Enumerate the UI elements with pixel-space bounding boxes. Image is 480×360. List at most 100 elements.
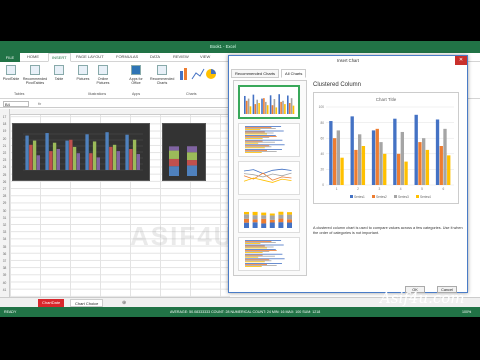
pivottable-icon: [6, 65, 16, 75]
tab-all-charts[interactable]: All Charts: [281, 69, 307, 78]
recommended-chart-list[interactable]: [233, 80, 307, 276]
bar: [383, 153, 387, 185]
thumb-4-plot: [244, 211, 292, 228]
status-ready: READY: [4, 310, 17, 314]
row-number: 30: [2, 208, 7, 213]
bar: [288, 103, 291, 114]
bar: [245, 128, 276, 129]
bar: [244, 218, 249, 223]
thumb-2-plot: [245, 126, 285, 153]
bar: [245, 245, 265, 247]
pivottable-button[interactable]: PivotTable: [2, 65, 20, 81]
bar: [418, 142, 422, 185]
bar: [245, 246, 274, 248]
series-line: [243, 177, 292, 183]
bar: [116, 151, 120, 170]
bar: [422, 138, 426, 185]
row-number: 24: [2, 165, 7, 170]
bar: [393, 118, 397, 185]
legend-swatch: [394, 195, 397, 198]
pictures-button[interactable]: Pictures: [74, 65, 92, 81]
bar: [245, 266, 262, 267]
table-icon: [54, 65, 64, 75]
online-pictures-button[interactable]: Online Pictures: [94, 65, 112, 85]
bar: [245, 145, 270, 147]
bar: [329, 121, 333, 185]
row-number: 28: [2, 194, 7, 199]
bar: [136, 154, 140, 170]
sheet-tab-chartdate[interactable]: ChartDate: [38, 299, 65, 307]
zoom-level[interactable]: 100%: [462, 307, 471, 317]
bar: [129, 149, 133, 170]
row-number: 18: [2, 122, 7, 127]
x-tick-label: 4: [400, 187, 402, 191]
thumb-1-plot: [244, 94, 295, 114]
name-box[interactable]: B4: [3, 101, 29, 107]
tab-data[interactable]: DATA: [150, 54, 160, 59]
tab-recommended-charts[interactable]: Recommended Charts: [231, 69, 280, 78]
bar: [245, 146, 272, 148]
group-tables: Tables: [14, 92, 25, 96]
bar: [261, 215, 267, 219]
bar: [404, 161, 408, 185]
close-icon[interactable]: ✕: [455, 56, 467, 65]
row-number: 25: [2, 172, 7, 177]
thumb-stacked-bar[interactable]: [238, 237, 300, 271]
series-line: [243, 168, 292, 175]
bar: [85, 134, 89, 170]
apps-for-office-button[interactable]: Apps for Office: [126, 65, 146, 85]
bar: [187, 165, 197, 176]
legend-swatch: [372, 195, 375, 198]
embedded-chart-1[interactable]: [12, 123, 150, 181]
bar: [256, 99, 258, 114]
bar: [287, 212, 292, 215]
bar: [252, 215, 258, 220]
thumb-clustered-bar[interactable]: [238, 123, 300, 157]
thumb-clustered-column[interactable]: [238, 85, 300, 119]
sheet-tab-chart-choice[interactable]: Chart Choice: [70, 299, 104, 307]
table-button[interactable]: Table: [50, 65, 68, 81]
bar: [287, 222, 292, 228]
store-icon: [131, 65, 141, 75]
formula-bar: B4 fx: [0, 100, 230, 108]
bar: [265, 101, 267, 114]
tab-review[interactable]: REVIEW: [173, 54, 189, 59]
bar: [72, 146, 77, 170]
add-sheet-icon[interactable]: ⊕: [118, 299, 130, 307]
bar: [132, 139, 137, 170]
bar: [261, 223, 267, 228]
bar: [244, 95, 246, 114]
bar: [245, 138, 263, 139]
tab-home[interactable]: HOME: [27, 54, 39, 59]
tab-formulas[interactable]: FORMULAS: [116, 54, 138, 59]
window-title: Book1 - Excel: [210, 44, 236, 49]
chart-type-buttons[interactable]: [178, 65, 218, 84]
bar: [425, 149, 430, 185]
row-number: 38: [2, 266, 7, 271]
tab-insert[interactable]: INSERT: [48, 53, 71, 62]
bar: [245, 130, 284, 132]
x-tick-label: 3: [378, 187, 380, 191]
thumb-line[interactable]: [238, 161, 300, 195]
row-number: 33: [2, 230, 7, 235]
bar: [45, 133, 49, 170]
chart-types-icon: [180, 68, 216, 80]
recommended-charts-button[interactable]: Recommended Charts: [150, 65, 174, 85]
recommended-pivottables-button[interactable]: Recommended PivotTables: [22, 65, 48, 85]
recommended-pivottables-icon: [30, 65, 40, 75]
thumb-stacked-column[interactable]: [238, 199, 300, 233]
row-number: 39: [2, 273, 7, 278]
bar: [435, 119, 440, 185]
tab-file[interactable]: FILE: [0, 53, 20, 62]
bar: [414, 114, 418, 185]
row-number: 23: [2, 158, 7, 163]
bar: [109, 146, 113, 170]
tab-view[interactable]: VIEW: [200, 54, 210, 59]
bar: [245, 263, 282, 264]
row-number-list: 17 18 19 20 21 22 23 24 25 26 27 28 29 30 31 32 33 34 35 36…: [0, 114, 9, 294]
bar: [245, 150, 267, 151]
bar: [261, 218, 267, 224]
tab-page-layout[interactable]: PAGE LAYOUT: [76, 54, 104, 59]
embedded-chart-2[interactable]: [162, 123, 206, 181]
bar: [278, 214, 284, 219]
